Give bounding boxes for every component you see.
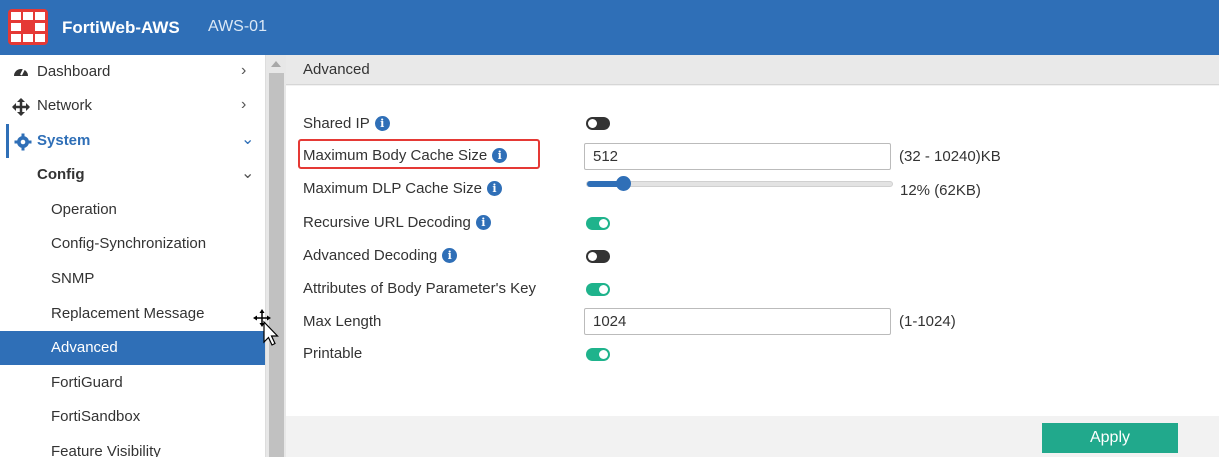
max-length-label: Max Length bbox=[303, 313, 382, 330]
sidebar-item-label: Network bbox=[37, 97, 93, 114]
advanced-decoding-label: Advanced Decoding i bbox=[303, 247, 458, 264]
sidebar-item-label: Dashboard bbox=[37, 63, 111, 80]
max-length-hint: (1-1024) bbox=[899, 313, 956, 330]
info-icon[interactable]: i bbox=[486, 181, 502, 196]
info-icon[interactable]: i bbox=[475, 215, 491, 230]
sidebar-item-label: Config-Synchronization bbox=[51, 235, 207, 252]
sidebar-item-operation[interactable]: Operation bbox=[0, 193, 265, 227]
recursive-url-label: Recursive URL Decoding i bbox=[303, 214, 491, 231]
scroll-up-arrow-icon[interactable] bbox=[271, 61, 281, 67]
max-dlp-cache-hint: 12% (62KB) bbox=[900, 182, 981, 199]
sidebar-item-label: System bbox=[37, 132, 91, 149]
slider-thumb[interactable] bbox=[616, 176, 631, 191]
section-header: Advanced bbox=[286, 55, 1219, 85]
max-length-input[interactable]: 1024 bbox=[584, 308, 891, 335]
sidebar-item-label: Advanced bbox=[51, 339, 118, 356]
sidebar-item-snmp[interactable]: SNMP bbox=[0, 262, 265, 296]
sidebar-item-config[interactable]: Config ⌄ bbox=[0, 158, 265, 192]
max-dlp-cache-slider[interactable] bbox=[586, 181, 893, 187]
attr-body-param-label: Attributes of Body Parameter's Key bbox=[303, 280, 536, 297]
sidebar-item-label: Config bbox=[37, 166, 85, 183]
dashboard-icon bbox=[14, 68, 28, 76]
sidebar-item-label: FortiGuard bbox=[51, 374, 123, 391]
section-title: Advanced bbox=[303, 61, 370, 78]
toggle-knob bbox=[599, 285, 608, 294]
chevron-down-icon: ⌄ bbox=[241, 165, 255, 182]
sidebar-item-label: Operation bbox=[51, 201, 117, 218]
printable-label: Printable bbox=[303, 345, 363, 362]
main-panel: Advanced Shared IP i Maximum Body Cache S… bbox=[286, 55, 1219, 457]
sidebar-item-dashboard[interactable]: Dashboard › bbox=[0, 55, 265, 89]
scrollbar-thumb[interactable] bbox=[269, 73, 284, 457]
max-dlp-cache-label-text: Maximum DLP Cache Size bbox=[303, 180, 482, 197]
info-icon[interactable]: i bbox=[374, 116, 390, 131]
sidebar-item-fortisandbox[interactable]: FortiSandbox bbox=[0, 400, 265, 434]
shared-ip-label-text: Shared IP bbox=[303, 115, 370, 132]
sidebar-item-advanced[interactable]: Advanced bbox=[0, 331, 265, 365]
sidebar-item-label: Feature Visibility bbox=[51, 443, 161, 457]
chevron-right-icon: › bbox=[241, 96, 247, 113]
advanced-decoding-label-text: Advanced Decoding bbox=[303, 247, 438, 264]
move-cursor-icon bbox=[253, 309, 279, 346]
sidebar-item-config-synchronization[interactable]: Config-Synchronization bbox=[0, 227, 265, 261]
form-footer: Apply bbox=[286, 416, 1219, 457]
advanced-decoding-toggle[interactable] bbox=[586, 250, 610, 263]
chevron-right-icon: › bbox=[241, 62, 247, 79]
info-icon[interactable]: i bbox=[492, 148, 508, 163]
device-name: AWS-01 bbox=[208, 18, 267, 35]
max-dlp-cache-label: Maximum DLP Cache Size i bbox=[303, 180, 502, 197]
recursive-url-toggle[interactable] bbox=[586, 217, 610, 230]
toggle-knob bbox=[588, 119, 597, 128]
apply-button[interactable]: Apply bbox=[1042, 423, 1178, 453]
shared-ip-toggle[interactable] bbox=[586, 117, 610, 130]
gear-icon bbox=[14, 133, 32, 151]
sidebar-item-label: FortiSandbox bbox=[51, 408, 141, 425]
max-body-cache-hint: (32 - 10240)KB bbox=[899, 148, 1001, 165]
info-icon[interactable]: i bbox=[442, 248, 458, 263]
top-bar: FortiWeb-AWS AWS-01 bbox=[0, 0, 1219, 55]
recursive-url-label-text: Recursive URL Decoding bbox=[303, 214, 471, 231]
printable-toggle[interactable] bbox=[586, 348, 610, 361]
sidebar-item-label: Replacement Message bbox=[51, 305, 205, 322]
attr-body-param-toggle[interactable] bbox=[586, 283, 610, 296]
advanced-settings-form: Shared IP i Maximum Body Cache Size i 512 … bbox=[286, 86, 1219, 416]
sidebar-scrollbar[interactable] bbox=[265, 55, 286, 457]
toggle-knob bbox=[599, 219, 608, 228]
sidebar-item-feature-visibility[interactable]: Feature Visibility bbox=[0, 435, 265, 457]
sidebar-item-replacement-message[interactable]: Replacement Message bbox=[0, 297, 265, 331]
chevron-down-icon: ⌄ bbox=[241, 131, 255, 148]
toggle-knob bbox=[588, 252, 597, 261]
shared-ip-label: Shared IP i bbox=[303, 115, 390, 132]
sidebar: Dashboard › Network › System ⌄ Config ⌄ … bbox=[0, 55, 286, 457]
sidebar-item-network[interactable]: Network › bbox=[0, 89, 265, 123]
max-body-cache-label: Maximum Body Cache Size i bbox=[303, 147, 508, 164]
max-body-cache-label-text: Maximum Body Cache Size bbox=[303, 147, 488, 164]
fortinet-logo bbox=[8, 9, 48, 45]
toggle-knob bbox=[599, 350, 608, 359]
app-title: FortiWeb-AWS bbox=[62, 18, 180, 37]
network-move-icon bbox=[12, 98, 30, 116]
sidebar-item-system[interactable]: System ⌄ bbox=[0, 124, 265, 158]
sidebar-item-fortiguard[interactable]: FortiGuard bbox=[0, 366, 265, 400]
sidebar-item-label: SNMP bbox=[51, 270, 95, 287]
max-body-cache-input[interactable]: 512 bbox=[584, 143, 891, 170]
